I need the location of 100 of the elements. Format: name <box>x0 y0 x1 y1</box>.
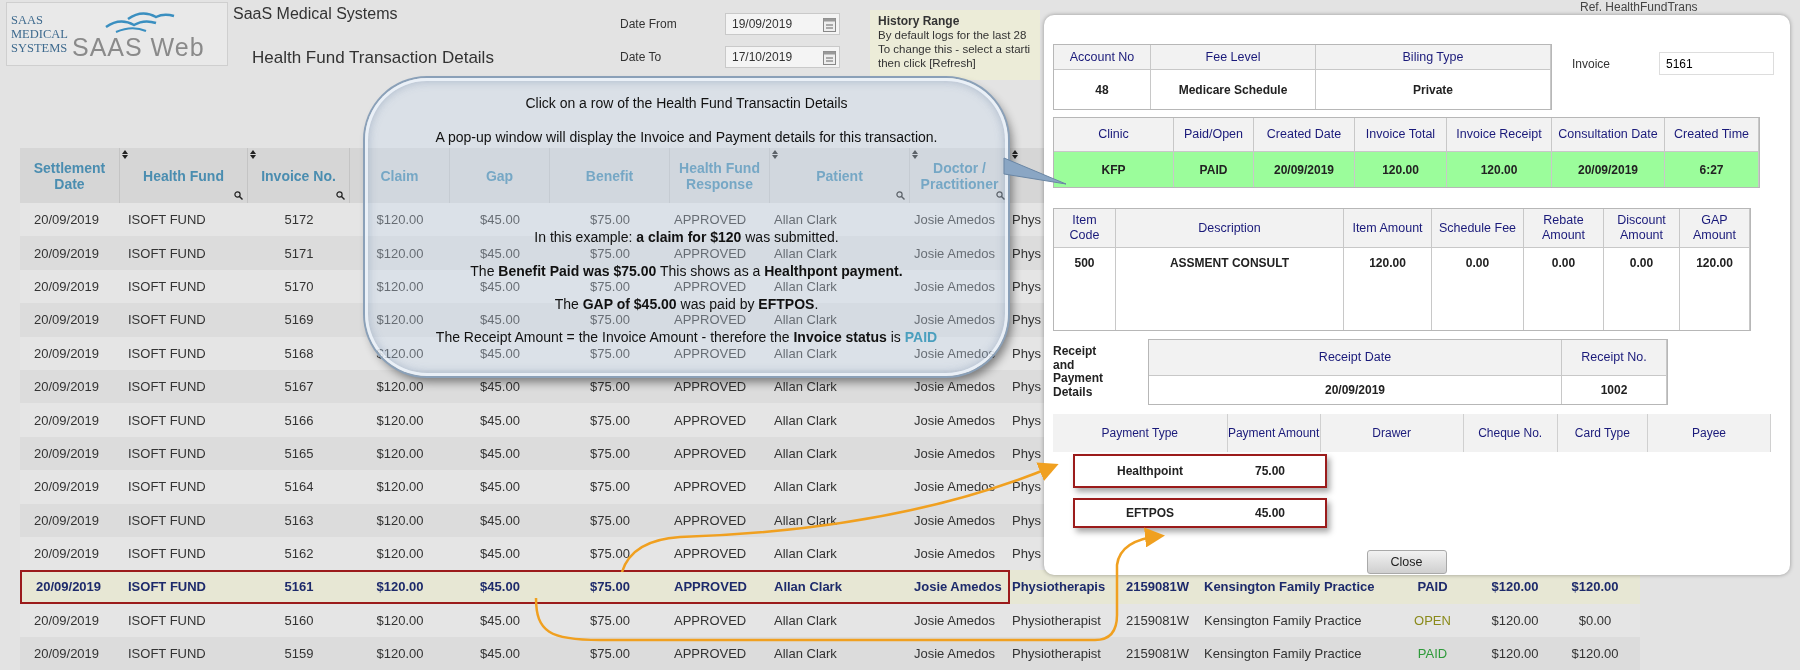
logo-wordmark: SAAS Web <box>71 33 205 61</box>
column-header: Item Amount <box>1344 209 1432 248</box>
reference-label: Ref. HealthFundTrans <box>1580 0 1698 14</box>
table-cell-text: Healthpoint <box>1116 464 1184 478</box>
callout-text: The Receipt Amount = the Invoice Amount - therefore the Invoice status is PAID <box>435 329 938 347</box>
sort-icon <box>122 150 128 159</box>
history-title: History Range <box>878 14 961 28</box>
table-cell: $120.00 <box>1550 637 1640 670</box>
table-cell: ISOFT FUND <box>120 436 248 471</box>
table-cell: 20/09/2019 <box>20 637 120 670</box>
column-header: Biling Type <box>1316 45 1551 70</box>
calendar-icon <box>823 49 836 65</box>
table-cell: PAID <box>1385 637 1480 670</box>
field-label: Date From <box>620 17 678 31</box>
column-header: Paid/Open <box>1174 118 1254 152</box>
table-cell: 120.00 <box>1680 248 1750 330</box>
column-header: Fee Level <box>1151 45 1316 70</box>
table-cell: $45.00 <box>450 503 550 537</box>
table-cell: 500 <box>1054 248 1116 330</box>
table-cell: $75.00 <box>550 369 670 404</box>
column-header[interactable]: Invoice No. <box>248 148 350 203</box>
table-cell: 0.00 <box>1432 248 1524 330</box>
table-cell: Physiotherapist <box>1010 637 1115 670</box>
column-header[interactable]: Patient <box>770 148 910 203</box>
table-cell: Allan Clark <box>770 637 910 670</box>
close-button[interactable]: Close <box>1366 550 1447 574</box>
table-cell: $120.00 <box>350 503 450 537</box>
table-cell: $45.00 <box>450 570 550 604</box>
table-cell: 2159081W <box>1115 637 1200 670</box>
callout-pointer <box>1003 157 1067 185</box>
column-header: Account No <box>1054 45 1151 70</box>
column-header: Rebate Amount <box>1524 209 1604 248</box>
sort-icon <box>912 150 918 159</box>
column-header: Payee <box>1648 414 1771 452</box>
column-header[interactable]: Gap <box>450 148 550 203</box>
table-cell-text: 75.00 <box>1254 464 1286 478</box>
column-header[interactable]: Health Fund <box>120 148 248 203</box>
column-header: Created Time <box>1665 118 1759 152</box>
table-cell: Josie Amedos <box>910 369 1010 404</box>
table-cell: 20/09/2019 <box>20 303 120 337</box>
table-cell: KFP <box>1054 152 1174 187</box>
history-text: To change this - select a starti <box>878 42 1032 56</box>
callout-text: The GAP of $45.00 was paid by EFTPOS. <box>554 295 819 313</box>
table-cell: 5171 <box>248 236 350 270</box>
table-cell: 20/09/2019 <box>20 503 120 537</box>
table-cell: Kensington Family Practice <box>1200 637 1385 670</box>
column-header: Item Code <box>1054 209 1116 248</box>
column-header[interactable]: Settlement Date <box>20 148 120 203</box>
search-icon <box>336 191 345 200</box>
table-cell: 20/09/2019 <box>1254 152 1355 187</box>
table-cell: 20/09/2019 <box>20 369 120 404</box>
callout-text: Click on a row of the Health Fund Transactin Details <box>525 95 848 113</box>
sort-icon <box>1012 150 1018 159</box>
search-icon <box>896 191 905 200</box>
table-cell: $120.00 <box>350 570 450 604</box>
table-cell: Allan Clark <box>770 570 910 604</box>
table-cell: 120.00 <box>1344 248 1432 330</box>
column-header[interactable]: Claim <box>350 148 450 203</box>
date-field[interactable]: 19/09/2019 <box>725 13 840 35</box>
table-cell: 20/09/2019 <box>20 436 120 471</box>
table-cell: 20/09/2019 <box>20 570 120 604</box>
column-header: Payment Type <box>1053 414 1228 452</box>
table-cell: $45.00 <box>450 637 550 670</box>
invoice-field[interactable]: 5161 <box>1659 52 1774 75</box>
table-cell: ISOFT FUND <box>120 369 248 404</box>
table-cell-text: EFTPOS <box>1125 506 1175 520</box>
column-header: Card Type <box>1557 414 1649 452</box>
callout-text: The Benefit Paid was $75.00 This shows as a Healthpont payment. <box>470 262 903 280</box>
table-cell: 0.00 <box>1524 248 1604 330</box>
table-cell: Allan Clark <box>770 436 910 471</box>
table-cell: $120.00 <box>350 236 450 270</box>
table-cell: $75.00 <box>550 503 670 537</box>
column-header: Consultation Date <box>1552 118 1665 152</box>
table-cell: $75.00 <box>550 637 670 670</box>
column-header: Receipt No. <box>1562 340 1667 376</box>
table-cell: Allan Clark <box>770 369 910 404</box>
field-label: Invoice <box>1572 56 1612 71</box>
column-header: Cheque No. <box>1463 414 1558 452</box>
table-cell: Josie Amedos <box>910 436 1010 471</box>
logo-text: MEDICAL <box>11 27 68 41</box>
table-cell: ISOFT FUND <box>120 637 248 670</box>
column-header[interactable]: Health Fund Response <box>670 148 770 203</box>
table-cell: 6:27 <box>1665 152 1759 187</box>
table-cell: $45.00 <box>450 436 550 471</box>
table-cell: Medicare Schedule <box>1151 70 1316 109</box>
table-cell: Josie Amedos <box>910 637 1010 670</box>
table-cell: APPROVED <box>670 369 770 404</box>
table-cell: 48 <box>1054 70 1151 109</box>
table-cell: 0.00 <box>1604 248 1680 330</box>
table-cell: 120.00 <box>1447 152 1552 187</box>
table-cell: ASSMENT CONSULT <box>1116 248 1344 330</box>
column-header: Schedule Fee <box>1432 209 1524 248</box>
table-cell: 5159 <box>248 637 350 670</box>
table-cell: 5161 <box>248 570 350 604</box>
column-header[interactable]: Benefit <box>550 148 670 203</box>
column-header: Discount Amount <box>1604 209 1680 248</box>
table-cell: PAID <box>1174 152 1254 187</box>
column-header: Payment Amount <box>1227 414 1321 452</box>
date-field[interactable]: 17/10/2019 <box>725 46 840 68</box>
table-cell-text: 45.00 <box>1254 506 1286 520</box>
